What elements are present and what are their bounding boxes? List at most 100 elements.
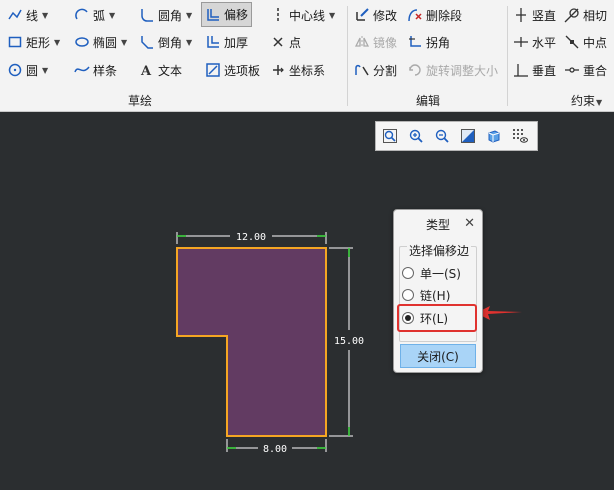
modify-button[interactable]: 修改 — [354, 4, 397, 26]
circle-button[interactable]: 圆 ▼ — [7, 59, 48, 81]
divide-button[interactable]: 分割 — [354, 59, 397, 81]
chamfer-button[interactable]: 倒角 ▼ — [139, 31, 192, 53]
midpoint-button[interactable]: 中点 — [564, 31, 607, 53]
coord-system-button[interactable]: 坐标系 — [270, 59, 325, 81]
horizontal-constraint-icon — [514, 37, 528, 47]
chamfer-icon — [141, 36, 153, 49]
bottom-dimension[interactable]: 8.00 — [226, 439, 327, 455]
point-button[interactable]: 点 — [270, 31, 301, 53]
view-toolbar — [375, 121, 538, 151]
mirror-button[interactable]: 镜像 — [354, 31, 397, 53]
spline-icon — [74, 66, 90, 73]
chevron-down-icon[interactable]: ▼ — [329, 11, 335, 20]
repaint-icon[interactable] — [459, 127, 477, 145]
coincident-button[interactable]: 重合 — [564, 59, 607, 81]
perpendicular-button[interactable]: 垂直 — [513, 59, 556, 81]
text-icon: A — [140, 64, 152, 78]
rectangle-button[interactable]: 矩形 ▼ — [7, 31, 60, 53]
divide-label: 分割 — [373, 63, 398, 78]
radio-loop-label: 环(L) — [420, 311, 449, 326]
centerline-icon — [277, 8, 279, 22]
coincident-icon — [565, 67, 579, 73]
corner-icon — [409, 36, 421, 47]
chevron-down-icon[interactable]: ▼ — [186, 11, 192, 20]
ellipse-button[interactable]: 椭圆 ▼ — [74, 31, 127, 53]
rotate-resize-button[interactable]: 旋转调整大小 — [407, 59, 498, 81]
right-dimension-value: 15.00 — [334, 336, 364, 347]
thicken-icon — [207, 36, 219, 48]
chevron-down-icon[interactable]: ▼ — [596, 98, 602, 107]
close-dialog-button[interactable]: 关闭(C) — [400, 344, 476, 368]
vertical-constraint-icon — [516, 8, 526, 22]
display-style-icon[interactable] — [485, 127, 503, 145]
text-button[interactable]: A 文本 — [139, 59, 182, 81]
radio-loop[interactable]: 环(L) — [402, 308, 448, 328]
thicken-button[interactable]: 加厚 — [205, 31, 248, 53]
coord-system-label: 坐标系 — [289, 63, 326, 78]
rotate-resize-label: 旋转调整大小 — [426, 63, 499, 78]
zoom-in-icon[interactable] — [407, 127, 425, 145]
constrain-group-text: 约束 — [571, 94, 596, 108]
arc-label: 弧 — [93, 8, 106, 23]
fillet-icon — [141, 9, 153, 22]
corner-button[interactable]: 拐角 — [407, 31, 450, 53]
midpoint-label: 中点 — [583, 35, 608, 50]
radio-single-label: 单一(S) — [420, 266, 461, 281]
modify-icon — [356, 8, 369, 21]
offset-edge-group-label: 选择偏移边 — [407, 242, 472, 259]
thicken-label: 加厚 — [224, 35, 249, 50]
bottom-dimension-value: 8.00 — [263, 444, 287, 455]
tangent-label: 相切 — [583, 8, 608, 23]
offset-label: 偏移 — [224, 8, 249, 22]
circle-label: 圆 — [26, 63, 39, 78]
top-dimension-value: 12.00 — [236, 232, 266, 243]
modify-label: 修改 — [373, 8, 398, 23]
zoom-fit-icon[interactable] — [381, 127, 399, 145]
delete-segment-button[interactable]: 删除段 — [407, 4, 462, 26]
sketch-profile[interactable] — [176, 247, 327, 437]
top-dimension[interactable]: 12.00 — [176, 232, 327, 244]
radio-single-circle[interactable] — [402, 267, 414, 279]
vertical-button[interactable]: 竖直 — [513, 4, 556, 26]
line-button[interactable]: 线 ▼ — [7, 4, 48, 26]
chevron-down-icon[interactable]: ▼ — [42, 66, 48, 75]
divide-icon — [355, 64, 369, 76]
radio-chain[interactable]: 链(H) — [402, 285, 450, 305]
offset-button[interactable]: 偏移 — [201, 2, 253, 27]
right-dimension[interactable]: 15.00 — [329, 247, 364, 437]
offset-icon — [207, 8, 219, 21]
delete-segment-icon — [408, 9, 422, 22]
radio-loop-circle[interactable] — [402, 312, 414, 324]
sketch-group-label: 草绘 — [128, 94, 153, 108]
radio-single[interactable]: 单一(S) — [402, 263, 461, 283]
graphics-canvas[interactable]: 12.00 15.00 8.00 — [0, 113, 614, 490]
arc-button[interactable]: 弧 ▼ — [74, 4, 115, 26]
chevron-down-icon[interactable]: ▼ — [121, 38, 127, 47]
ellipse-icon — [75, 37, 89, 47]
circle-icon — [8, 63, 22, 77]
chevron-down-icon[interactable]: ▼ — [42, 11, 48, 20]
perpendicular-icon — [514, 64, 528, 77]
sketch-drawing: 12.00 15.00 8.00 — [176, 232, 522, 455]
ribbon: 线 ▼ 矩形 ▼ 圆 ▼ 弧 ▼ 椭圆 ▼ 样条 圆角 ▼ 倒角 ▼ A 文本 偏移 加厚 — [0, 0, 614, 112]
zoom-out-icon[interactable] — [433, 127, 451, 145]
spline-button[interactable]: 样条 — [74, 59, 117, 81]
chevron-down-icon[interactable]: ▼ — [109, 11, 115, 20]
palette-button[interactable]: 选项板 — [205, 59, 260, 81]
rectangle-icon — [8, 36, 22, 48]
radio-chain-circle[interactable] — [402, 289, 414, 301]
chevron-down-icon[interactable]: ▼ — [54, 38, 60, 47]
sketch-display-icon[interactable] — [511, 127, 529, 145]
close-icon[interactable]: ✕ — [464, 216, 475, 232]
rectangle-label: 矩形 — [26, 35, 51, 50]
text-label: 文本 — [158, 63, 183, 78]
centerline-button[interactable]: 中心线 ▼ — [270, 4, 335, 26]
tangent-button[interactable]: 相切 — [564, 4, 607, 26]
fillet-button[interactable]: 圆角 ▼ — [139, 4, 192, 26]
point-label: 点 — [289, 35, 302, 50]
tangent-icon — [564, 8, 579, 23]
palette-label: 选项板 — [224, 63, 261, 78]
chevron-down-icon[interactable]: ▼ — [186, 38, 192, 47]
horizontal-button[interactable]: 水平 — [513, 31, 556, 53]
constrain-group-label[interactable]: 约束▼ — [571, 92, 602, 109]
